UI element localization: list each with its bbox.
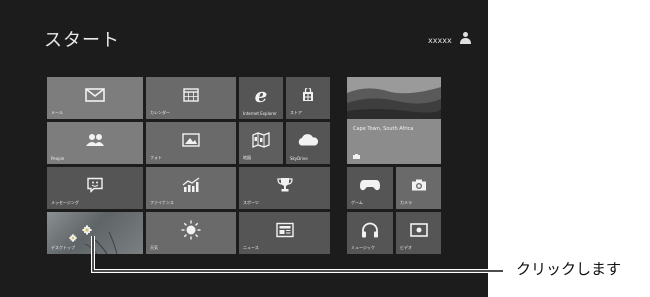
tile-label: SkyDrive: [290, 156, 308, 161]
headphones-icon: [362, 223, 378, 238]
mail-tile[interactable]: メール: [47, 77, 143, 119]
tile-label: ストア: [290, 110, 302, 115]
maps-tile[interactable]: 地図: [239, 122, 283, 164]
tile-label: Internet Explorer: [243, 111, 277, 116]
internet-explorer-tile[interactable]: e Internet Explorer: [239, 77, 283, 119]
store-icon: [303, 88, 313, 102]
finance-icon: [182, 177, 200, 193]
messaging-tile[interactable]: メッセージング: [47, 167, 143, 209]
tile-label: ビデオ: [400, 245, 412, 250]
games-tile[interactable]: ゲーム: [347, 167, 393, 209]
mail-icon: [85, 88, 105, 103]
tile-label: メッセージング: [51, 200, 79, 205]
tile-label: メール: [51, 110, 63, 115]
tile-label: フォト: [150, 155, 162, 160]
maps-icon: [252, 132, 270, 149]
start-screen: スタート xxxxx メール カレンダー e Internet Explorer…: [0, 0, 488, 297]
news-tile[interactable]: ニュース: [239, 212, 330, 254]
trophy-icon: [276, 178, 293, 192]
news-icon: [275, 223, 294, 238]
calendar-tile[interactable]: カレンダー: [146, 77, 236, 119]
tile-label: スポーツ: [243, 200, 259, 205]
travel-tile[interactable]: Cape Town, South Africa: [347, 77, 441, 164]
tile-label: デスクトップ: [51, 245, 75, 250]
finance-tile[interactable]: ファイナンス: [146, 167, 236, 209]
tile-label: 天気: [150, 245, 158, 250]
music-tile[interactable]: ミュージック: [347, 212, 393, 254]
people-tile[interactable]: People: [47, 122, 143, 164]
weather-tile[interactable]: 天気: [146, 212, 236, 254]
tile-label: ゲーム: [351, 200, 363, 205]
messaging-icon: [87, 178, 103, 193]
cloud-icon: [298, 134, 319, 146]
photos-tile[interactable]: フォト: [146, 122, 236, 164]
tile-label: 地図: [243, 155, 251, 160]
annotation-caption: クリックします: [516, 260, 622, 278]
video-tile[interactable]: ビデオ: [396, 212, 441, 254]
tile-label: ミュージック: [351, 245, 375, 250]
calendar-icon: [183, 88, 199, 103]
people-icon: [86, 134, 104, 147]
tile-label: People: [51, 156, 65, 161]
photos-icon: [182, 133, 200, 148]
sports-tile[interactable]: スポーツ: [239, 167, 330, 209]
sun-icon: [181, 220, 201, 240]
desktop-tile[interactable]: デスクトップ: [47, 212, 143, 254]
gamepad-icon: [360, 180, 380, 191]
user-icon[interactable]: [460, 32, 471, 44]
camera-tile[interactable]: カメラ: [396, 167, 441, 209]
video-icon: [409, 223, 428, 238]
travel-icon: [347, 77, 441, 119]
skydrive-tile[interactable]: SkyDrive: [286, 122, 330, 164]
tile-label: カレンダー: [150, 110, 170, 115]
internet-explorer-icon: e: [254, 83, 268, 108]
page-title: スタート: [44, 30, 120, 51]
store-tile[interactable]: ストア: [286, 77, 330, 119]
username[interactable]: xxxxx: [428, 36, 452, 45]
tile-label: ファイナンス: [150, 200, 174, 205]
travel-small-icon: [353, 154, 360, 159]
tile-label: ニュース: [243, 245, 259, 250]
tile-label: カメラ: [400, 200, 412, 205]
camera-icon: [411, 179, 426, 191]
travel-location: Cape Town, South Africa: [353, 126, 414, 132]
